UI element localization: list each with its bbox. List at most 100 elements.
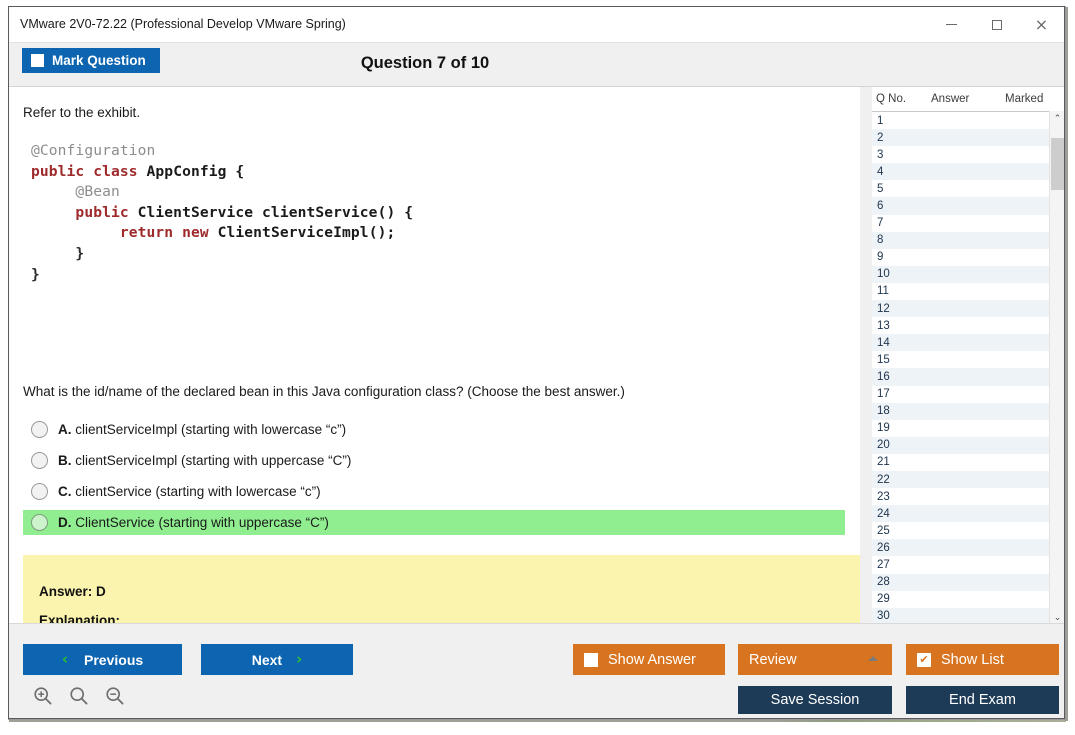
question-list-row[interactable]: 19 xyxy=(872,420,1064,437)
show-answer-checkbox-icon[interactable] xyxy=(584,652,598,667)
answer-option-d-body: ClientService (starting with uppercase “… xyxy=(75,515,329,530)
question-list-row[interactable]: 26 xyxy=(872,539,1064,557)
answer-option-a-letter: A. xyxy=(58,422,72,437)
window-controls: × xyxy=(929,7,1064,42)
question-list-row-number: 9 xyxy=(877,251,884,264)
zoom-out-icon[interactable] xyxy=(105,686,125,706)
question-list-row-number: 21 xyxy=(877,456,890,469)
answer-line: Answer: D xyxy=(39,584,106,599)
chevron-up-icon[interactable] xyxy=(868,656,878,661)
code-exhibit: @Configuration public class AppConfig { … xyxy=(31,141,531,285)
question-list-row[interactable]: 9 xyxy=(872,249,1064,266)
question-list-row-number: 13 xyxy=(877,319,890,332)
radio-icon-c[interactable] xyxy=(31,483,48,500)
question-list-row[interactable]: 6 xyxy=(872,197,1064,215)
save-session-label: Save Session xyxy=(770,692,860,708)
maximize-icon xyxy=(991,19,1002,30)
question-list-row[interactable]: 7 xyxy=(872,215,1064,232)
maximize-button[interactable] xyxy=(974,7,1019,42)
question-list-header: Q No. Answer Marked xyxy=(872,87,1064,112)
question-list-row[interactable]: 29 xyxy=(872,591,1064,608)
zoom-in-icon[interactable] xyxy=(33,686,53,706)
next-button-label: Next xyxy=(251,651,283,668)
code-line-close-class-brace: } xyxy=(31,265,40,283)
question-list-row[interactable]: 2 xyxy=(872,129,1064,147)
page-title: Question 7 of 10 xyxy=(360,54,490,72)
question-list-row[interactable]: 1 xyxy=(872,112,1064,129)
code-line-return-kw: return new xyxy=(31,224,218,242)
answer-option-a[interactable]: A. clientServiceImpl (starting with lowe… xyxy=(23,417,845,442)
window-titlebar[interactable]: VMware 2V0-72.22 (Professional Develop V… xyxy=(9,7,1064,43)
code-line-class-decl-kw: public class xyxy=(31,162,147,180)
question-list-body[interactable]: 1 2 3 4 5 6 7 8 9 10 11 12 13 14 15 16 17 18 19 20 21 22 23 24 2… xyxy=(872,112,1064,625)
previous-button-label: Previous xyxy=(84,651,144,668)
question-list-row[interactable]: 10 xyxy=(872,265,1064,283)
question-list-row-number: 27 xyxy=(877,558,890,571)
chevron-right-icon: › xyxy=(296,650,303,668)
question-list-row[interactable]: 15 xyxy=(872,351,1064,368)
question-list-row-number: 30 xyxy=(877,610,890,623)
answer-option-c[interactable]: C. clientService (starting with lowercas… xyxy=(23,479,845,504)
question-list-row-number: 25 xyxy=(877,524,890,537)
question-content-pane: Refer to the exhibit. @Configuration pub… xyxy=(9,87,860,625)
question-list-row[interactable]: 20 xyxy=(872,436,1064,454)
question-list-row-number: 20 xyxy=(877,439,890,452)
answer-option-b[interactable]: B. clientServiceImpl (starting with uppe… xyxy=(23,448,845,473)
question-list-row[interactable]: 3 xyxy=(872,146,1064,163)
question-list-scrollbar[interactable]: ⌃ ⌄ xyxy=(1049,111,1064,625)
answer-option-b-text: B. clientServiceImpl (starting with uppe… xyxy=(58,453,351,468)
question-list-row[interactable]: 22 xyxy=(872,470,1064,489)
question-list-row-number: 4 xyxy=(877,165,884,178)
answer-option-c-text: C. clientService (starting with lowercas… xyxy=(58,484,321,499)
question-list-row[interactable]: 17 xyxy=(872,386,1064,403)
show-answer-button[interactable]: Show Answer xyxy=(573,644,725,675)
question-list-row[interactable]: 21 xyxy=(872,454,1064,471)
question-list-row[interactable]: 4 xyxy=(872,163,1064,181)
save-session-button[interactable]: Save Session xyxy=(738,686,892,714)
next-button[interactable]: Next › xyxy=(201,644,353,675)
end-exam-button[interactable]: End Exam xyxy=(906,686,1059,714)
question-list-row-number: 19 xyxy=(877,422,890,435)
close-button[interactable]: × xyxy=(1019,7,1064,42)
question-list-row[interactable]: 16 xyxy=(872,368,1064,386)
question-header-bar: Mark Question Question 7 of 10 xyxy=(9,43,1064,87)
question-list-row[interactable]: 24 xyxy=(872,505,1064,523)
question-list-row[interactable]: 27 xyxy=(872,556,1064,573)
previous-button[interactable]: ‹ Previous xyxy=(23,644,182,675)
show-list-checkbox-icon[interactable]: ✔ xyxy=(917,652,931,667)
code-line-annotation-configuration: @Configuration xyxy=(31,142,156,159)
question-list-row[interactable]: 8 xyxy=(872,231,1064,249)
question-list-row-number: 6 xyxy=(877,200,884,213)
window-drop-shadow-right xyxy=(1065,7,1068,721)
end-exam-label: End Exam xyxy=(949,692,1016,708)
scroll-up-arrow-icon[interactable]: ⌃ xyxy=(1050,111,1065,126)
minimize-button[interactable] xyxy=(929,7,974,42)
code-line-close-method-brace: } xyxy=(31,244,85,262)
question-list-row[interactable]: 23 xyxy=(872,488,1064,505)
question-list-row-number: 18 xyxy=(877,405,890,418)
radio-icon-a[interactable] xyxy=(31,421,48,438)
question-list-row[interactable]: 14 xyxy=(872,334,1064,352)
exam-window: VMware 2V0-72.22 (Professional Develop V… xyxy=(8,6,1065,719)
zoom-reset-icon[interactable] xyxy=(69,686,89,706)
radio-icon-d[interactable] xyxy=(31,514,48,531)
question-list-row-number: 10 xyxy=(877,268,890,281)
chevron-left-icon: ‹ xyxy=(61,650,69,668)
answer-option-d[interactable]: D. ClientService (starting with uppercas… xyxy=(23,510,845,535)
question-list-row[interactable]: 11 xyxy=(872,283,1064,300)
question-list-row-number: 22 xyxy=(877,473,890,486)
question-list-row-number: 16 xyxy=(877,370,890,383)
question-list-row[interactable]: 28 xyxy=(872,573,1064,591)
question-list-row[interactable]: 18 xyxy=(872,402,1064,420)
show-list-button[interactable]: ✔ Show List xyxy=(906,644,1059,675)
question-list-row[interactable]: 12 xyxy=(872,300,1064,318)
question-list-row[interactable]: 13 xyxy=(872,317,1064,334)
question-list-row[interactable]: 5 xyxy=(872,180,1064,197)
radio-icon-b[interactable] xyxy=(31,452,48,469)
question-list-row-number: 3 xyxy=(877,148,884,161)
scrollbar-thumb[interactable] xyxy=(1051,138,1064,190)
app-root: VMware 2V0-72.22 (Professional Develop V… xyxy=(0,0,1075,735)
question-list-row[interactable]: 25 xyxy=(872,522,1064,539)
review-dropdown-button[interactable]: Review xyxy=(738,644,892,675)
code-line-method-kw: public xyxy=(31,203,138,221)
